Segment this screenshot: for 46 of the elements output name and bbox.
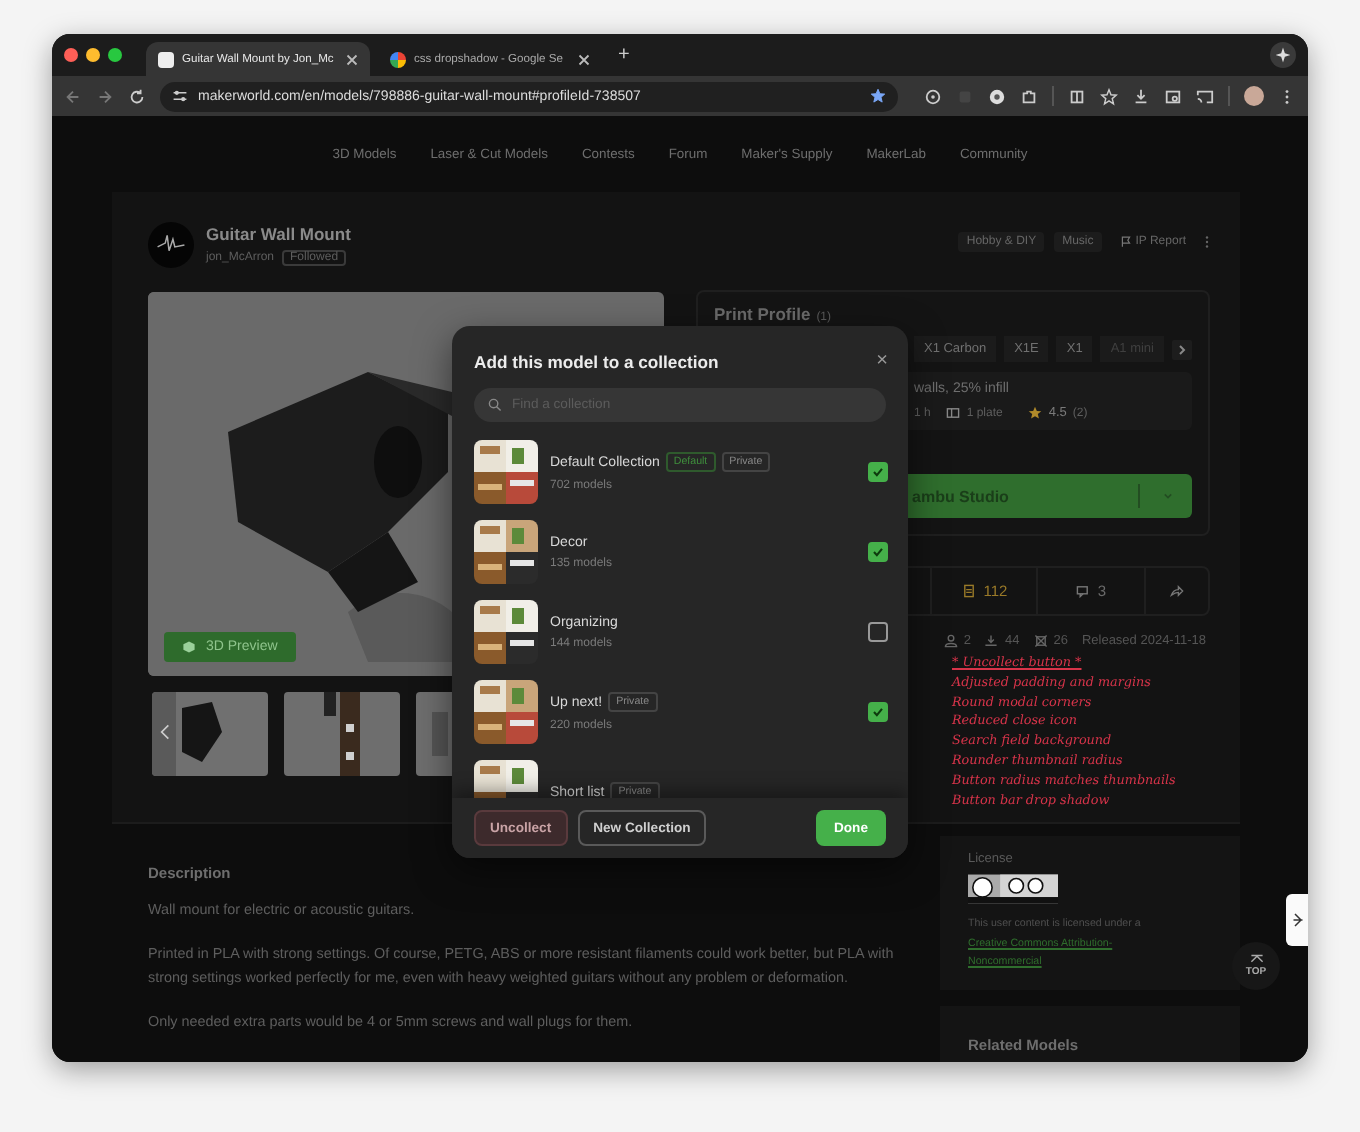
checkbox[interactable] xyxy=(868,622,888,642)
square-favicon-icon xyxy=(158,51,174,67)
sliders-icon[interactable] xyxy=(172,88,188,104)
star-icon[interactable] xyxy=(870,88,886,104)
comment-icon xyxy=(1075,584,1090,598)
more-icon[interactable] xyxy=(1204,234,1210,250)
tablet-icon[interactable] xyxy=(1068,87,1086,105)
close-icon[interactable] xyxy=(346,53,358,65)
plate-icon xyxy=(946,406,961,420)
side-tab[interactable] xyxy=(1286,894,1308,946)
forward-icon[interactable] xyxy=(96,87,114,105)
license-badge-icon[interactable] xyxy=(968,872,1058,906)
close-button[interactable]: × xyxy=(876,352,888,372)
close-window-icon[interactable] xyxy=(64,48,78,62)
collapse-icon xyxy=(1291,912,1303,928)
back-icon[interactable] xyxy=(64,87,82,105)
person-icon xyxy=(943,634,958,648)
new-tab-button[interactable]: + xyxy=(610,44,638,66)
minimize-window-icon[interactable] xyxy=(86,48,100,62)
flag-icon xyxy=(1119,236,1132,248)
star-icon xyxy=(1028,406,1043,420)
close-icon[interactable] xyxy=(578,53,590,65)
share-icon xyxy=(1169,584,1184,598)
checkbox[interactable] xyxy=(868,702,888,722)
section-title: Print Profile xyxy=(714,304,811,324)
checkbox[interactable] xyxy=(868,462,888,482)
checkmark-icon xyxy=(870,704,886,720)
download-icon[interactable] xyxy=(1132,87,1150,105)
cast-icon[interactable] xyxy=(1196,87,1214,105)
circle-favicon-icon xyxy=(390,51,406,67)
reload-icon[interactable] xyxy=(128,87,146,105)
circle-icon[interactable] xyxy=(988,87,1006,105)
checkmark-icon xyxy=(870,544,886,560)
download-icon xyxy=(984,634,999,648)
sparkle-icon[interactable] xyxy=(1270,42,1296,68)
model-title: Guitar Wall Mount xyxy=(206,223,351,243)
cube-icon xyxy=(182,640,196,654)
chevron-up-icon xyxy=(1249,954,1263,964)
checkmark-icon xyxy=(870,464,886,480)
star-icon[interactable] xyxy=(1100,87,1118,105)
dialog-title: Add this model to a collection xyxy=(474,352,721,372)
circle-icon[interactable] xyxy=(924,87,942,105)
avatar[interactable] xyxy=(1244,86,1264,106)
checkbox[interactable] xyxy=(868,542,888,562)
zoom-window-icon[interactable] xyxy=(108,48,122,62)
author-avatar[interactable] xyxy=(148,221,194,267)
